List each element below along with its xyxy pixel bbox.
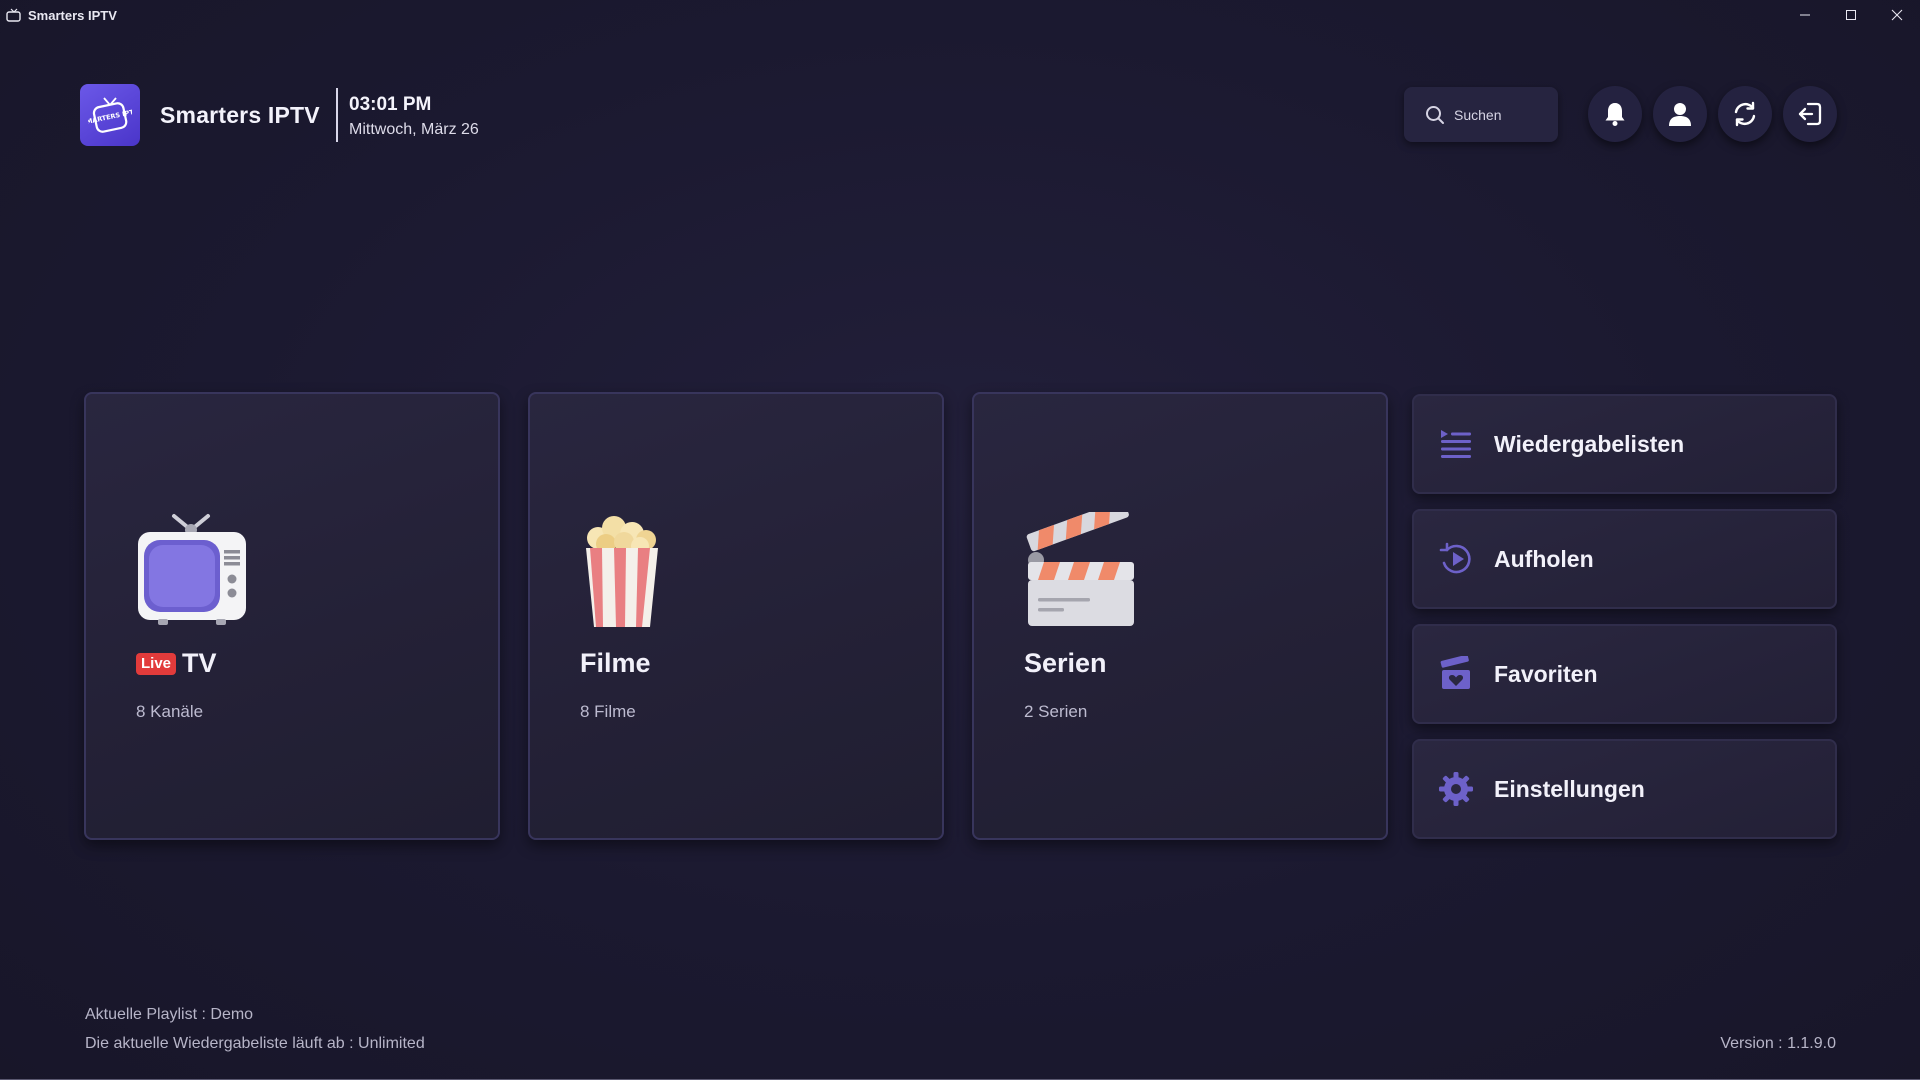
popcorn-icon <box>586 516 658 627</box>
side-item-playlists-label: Wiedergabelisten <box>1494 430 1685 457</box>
app-icon <box>6 8 21 22</box>
live-tv-title: Live TV <box>136 648 217 679</box>
logout-button[interactable] <box>1783 86 1837 142</box>
search-box[interactable]: Suchen <box>1404 87 1558 142</box>
favorites-icon <box>1440 656 1470 689</box>
live-badge: Live <box>136 652 177 675</box>
side-item-settings[interactable]: Einstellungen <box>1412 739 1837 839</box>
profile-button[interactable] <box>1653 86 1707 142</box>
playlist-icon <box>1441 430 1471 458</box>
user-icon <box>1669 103 1691 126</box>
logout-icon <box>1798 102 1822 126</box>
minimize-button[interactable] <box>1782 0 1828 30</box>
refresh-button[interactable] <box>1718 86 1772 142</box>
side-item-favorites-label: Favoriten <box>1494 660 1598 687</box>
close-icon <box>1891 9 1903 21</box>
series-count: 2 Serien <box>1024 702 1088 721</box>
series-label: Serien <box>1024 648 1107 678</box>
search-icon <box>1426 105 1444 124</box>
live-tv-count: 8 Kanäle <box>136 702 204 721</box>
app-window: Smarters IPTV SMARTERS IPTV Smarters IPT… <box>0 0 1920 1080</box>
minimize-icon <box>1800 14 1810 16</box>
movies-label: Filme <box>580 648 651 678</box>
app-version: Version : 1.1.9.0 <box>1720 1035 1836 1052</box>
playlist-expiry: Die aktuelle Wiedergabeliste läuft ab : … <box>85 1035 425 1052</box>
brand-name: Smarters IPTV <box>160 102 320 128</box>
side-item-settings-label: Einstellungen <box>1494 775 1645 802</box>
series-title: Serien <box>1024 648 1107 679</box>
movies-count: 8 Filme <box>580 702 636 721</box>
movies-title: Filme <box>580 648 651 679</box>
current-playlist: Aktuelle Playlist : Demo <box>85 1006 254 1023</box>
movies-card[interactable]: Filme 8 Filme <box>528 392 944 840</box>
clock-time: 03:01 PM <box>349 94 432 115</box>
bell-icon <box>1605 103 1625 126</box>
search-placeholder: Suchen <box>1454 106 1502 123</box>
catchup-icon <box>1439 542 1471 574</box>
app-logo: SMARTERS IPTV <box>80 84 140 146</box>
side-item-catchup[interactable]: Aufholen <box>1412 509 1837 609</box>
settings-gear-icon <box>1439 772 1473 806</box>
refresh-icon <box>1734 101 1756 127</box>
tv-icon <box>138 514 246 625</box>
close-button[interactable] <box>1874 0 1920 30</box>
clock-date: Mittwoch, März 26 <box>349 121 479 138</box>
notifications-button[interactable] <box>1588 86 1642 142</box>
title-bar: Smarters IPTV <box>0 0 1920 30</box>
side-item-favorites[interactable]: Favoriten <box>1412 624 1837 724</box>
side-item-catchup-label: Aufholen <box>1494 545 1594 572</box>
maximize-button[interactable] <box>1828 0 1874 30</box>
side-item-playlists[interactable]: Wiedergabelisten <box>1412 394 1837 494</box>
live-tv-label: TV <box>182 648 217 678</box>
window-controls <box>1782 0 1920 30</box>
live-tv-card[interactable]: Live TV 8 Kanäle <box>84 392 500 840</box>
header-divider <box>336 88 338 142</box>
maximize-icon <box>1846 10 1856 20</box>
clapperboard-icon <box>1026 512 1134 626</box>
series-card[interactable]: Serien 2 Serien <box>972 392 1388 840</box>
logo-tv-icon: SMARTERS IPTV <box>88 97 132 133</box>
window-title: Smarters IPTV <box>28 7 117 23</box>
header: SMARTERS IPTV Smarters IPTV 03:01 PM Mit… <box>80 84 1840 146</box>
